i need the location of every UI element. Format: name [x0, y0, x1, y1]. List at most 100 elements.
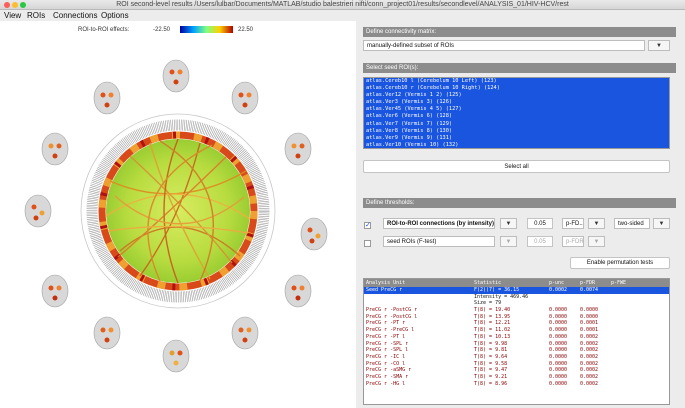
cell-stat: T(8) = 9.64: [474, 353, 508, 360]
cell-unit: PreCG r -PT l: [366, 333, 406, 340]
results-table[interactable]: Analysis Unit Statistic p-unc p-FDR p-FW…: [363, 278, 670, 405]
threshold-row1-checkbox[interactable]: ✓: [364, 222, 371, 229]
connectome-ring-figure: [24, 26, 328, 373]
seed-item[interactable]: atlas.Ver6 (Vermis 6) (128): [364, 113, 669, 121]
connectivity-select[interactable]: manually-defined subset of ROIs: [363, 40, 645, 51]
cell-unit: Seed PreCG r: [366, 287, 403, 293]
table-row[interactable]: PreCG r -PT l T(8) = 10.13 0.0000 0.0002: [364, 334, 669, 341]
select-all-button[interactable]: Select all: [363, 160, 670, 173]
cell-punc: 0.0000: [549, 313, 568, 320]
cell-pfdr: 0.0000: [580, 313, 599, 320]
cell-unit: PreCG r -PostCG l: [366, 313, 418, 320]
permutation-tests-button[interactable]: Enable permutation tests: [570, 257, 670, 269]
cell-punc: 0.0000: [549, 327, 568, 334]
cell-stat: T(8) = 10.13: [474, 333, 511, 340]
cell-pfdr: 0.0074: [580, 287, 599, 293]
cell-stat: T(8) = 19.40: [474, 307, 511, 314]
threshold-row1-value[interactable]: 0.05: [527, 218, 553, 229]
cell-punc: 0.0000: [549, 347, 568, 354]
table-row[interactable]: PreCG r -PostCG l T(8) = 13.95 0.0000 0.000…: [364, 314, 669, 321]
seed-item[interactable]: atlas.Ver7 (Vermis 7) (129): [364, 120, 669, 128]
brain-thumb: [41, 274, 69, 308]
cell-stat: T(8) = 9.98: [474, 340, 508, 347]
cell-pfdr: 0.0001: [580, 327, 599, 334]
table-row[interactable]: PreCG r -CO l T(8) = 9.58 0.0000 0.0002: [364, 361, 669, 368]
cell-stat: Size = 79: [474, 300, 502, 307]
threshold-row2-measure[interactable]: seed ROIs (F-test): [383, 236, 495, 247]
brain-thumb: [231, 81, 259, 115]
cell-unit: PreCG r -aSMG r: [366, 367, 412, 374]
cell-stat: T(8) = 9.81: [474, 347, 508, 354]
table-row[interactable]: PreCG r -PreCG l T(8) = 11.02 0.0000 0.0001: [364, 327, 669, 334]
cell-punc: 0.0000: [549, 353, 568, 360]
column-header: Statistic: [474, 280, 502, 286]
connectivity-dropdown-button[interactable]: ▼: [648, 40, 670, 51]
seed-item[interactable]: atlas.Cereb10 l (Cerebelum 10 Left) (123…: [364, 78, 669, 86]
seed-item[interactable]: atlas.Ver45 (Vermis 4 5) (127): [364, 106, 669, 114]
seed-item[interactable]: atlas.Ver10 (Vermis 10) (132): [364, 141, 669, 148]
cell-pfdr: 0.0002: [580, 340, 599, 347]
cell-pfdr: 0.0002: [580, 347, 599, 354]
seed-item[interactable]: atlas.Ver12 (Vermis 1 2) (125): [364, 92, 669, 100]
threshold-row1-sided-dropdown[interactable]: ▼: [653, 218, 670, 229]
cell-pfdr: 0.0002: [580, 380, 599, 387]
column-header: p-FDR: [580, 280, 596, 286]
seed-item[interactable]: atlas.Cereb10 r (Cerebelum 10 Right) (12…: [364, 85, 669, 93]
table-row[interactable]: PreCG r -SMA r T(8) = 9.21 0.0000 0.0002: [364, 374, 669, 381]
cell-unit: PreCG r -IC l: [366, 353, 406, 360]
window-title: ROI second-level results /Users/lulbar/D…: [116, 1, 569, 8]
column-header: p-unc: [549, 280, 565, 286]
colorbar: [180, 26, 233, 33]
threshold-row1-correction[interactable]: p-FD...: [562, 218, 584, 229]
cell-unit: PreCG r -SPL r: [366, 340, 409, 347]
seed-item[interactable]: atlas.Ver8 (Vermis 8) (130): [364, 127, 669, 135]
threshold-row2-value[interactable]: 0.05: [527, 236, 553, 247]
table-row[interactable]: PreCG r -IC l T(8) = 9.64 0.0000 0.0002: [364, 354, 669, 361]
cell-stat: T(8) = 13.95: [474, 313, 511, 320]
cell-punc: 0.0002: [549, 287, 568, 293]
menu-view[interactable]: View: [4, 10, 21, 21]
menu-bar: View ROIs Connections Options: [0, 10, 685, 21]
chevron-down-icon: ▼: [656, 43, 662, 49]
threshold-row2-correction-dropdown[interactable]: ▼: [588, 236, 605, 247]
cell-stat: T(8) = 12.21: [474, 320, 511, 327]
results-row-selected[interactable]: Seed PreCG r F(2)(7) = 36.15 0.0002 0.0074: [364, 287, 669, 294]
menu-rois[interactable]: ROIs: [27, 10, 45, 21]
results-body: Seed PreCG r F(2)(7) = 36.15 0.0002 0.0074 I…: [364, 287, 669, 387]
threshold-row2-checkbox[interactable]: [364, 240, 371, 247]
brain-thumb: [284, 132, 312, 166]
cell-pfdr: 0.0002: [580, 360, 599, 367]
table-row[interactable]: PreCG r -PT r T(8) = 12.21 0.0000 0.0001: [364, 320, 669, 327]
brain-thumb: [41, 132, 69, 166]
table-row[interactable]: PreCG r -PostCG r T(8) = 19.40 0.0000 0.000…: [364, 307, 669, 314]
title-bar: ROI second-level results /Users/lulbar/D…: [0, 0, 685, 10]
seed-roi-list[interactable]: atlas.Cereb10 l (Cerebelum 10 Left) (123…: [363, 77, 670, 149]
table-row[interactable]: PreCG r -SPL r T(8) = 9.98 0.0000 0.0002: [364, 341, 669, 348]
table-row[interactable]: PreCG r -aSMG r T(8) = 9.47 0.0000 0.0002: [364, 367, 669, 374]
seed-item[interactable]: atlas.Ver3 (Vermis 3) (126): [364, 99, 669, 107]
chevron-down-icon: ▼: [593, 239, 600, 245]
threshold-row1-dropdown[interactable]: ▼: [500, 218, 517, 229]
threshold-row1-sided[interactable]: two-sided: [614, 218, 650, 229]
threshold-row2-dropdown[interactable]: ▼: [500, 236, 517, 247]
menu-connections[interactable]: Connections: [53, 10, 97, 21]
brain-thumb: [24, 194, 52, 228]
conn-results-window: { "window": { "title": "ROI second-level…: [0, 0, 685, 408]
seed-item[interactable]: atlas.Ver9 (Vermis 9) (131): [364, 134, 669, 142]
menu-options[interactable]: Options: [101, 10, 129, 21]
table-row[interactable]: PreCG r -SPL l T(8) = 9.81 0.0000 0.0002: [364, 347, 669, 354]
chevron-down-icon: ▼: [593, 221, 600, 227]
threshold-row1-correction-dropdown[interactable]: ▼: [588, 218, 605, 229]
chevron-down-icon: ▼: [505, 239, 512, 245]
connections-disc: [106, 139, 250, 283]
cell-unit: PreCG r -CO l: [366, 360, 406, 367]
cell-stat: T(8) = 8.96: [474, 380, 508, 387]
cell-unit: PreCG r -PT r: [366, 320, 406, 327]
table-row[interactable]: Size = 79: [364, 300, 669, 307]
table-row[interactable]: PreCG r -HG l T(8) = 8.96 0.0000 0.0002: [364, 381, 669, 388]
table-row[interactable]: Intensity = 469.46: [364, 294, 669, 301]
threshold-row1-measure[interactable]: ROI-to-ROI connections (by intensity): [383, 218, 495, 229]
threshold-row2-correction[interactable]: p-FDR: [562, 236, 584, 247]
cell-unit: PreCG r -HG l: [366, 380, 406, 387]
brain-thumb: [162, 339, 190, 373]
